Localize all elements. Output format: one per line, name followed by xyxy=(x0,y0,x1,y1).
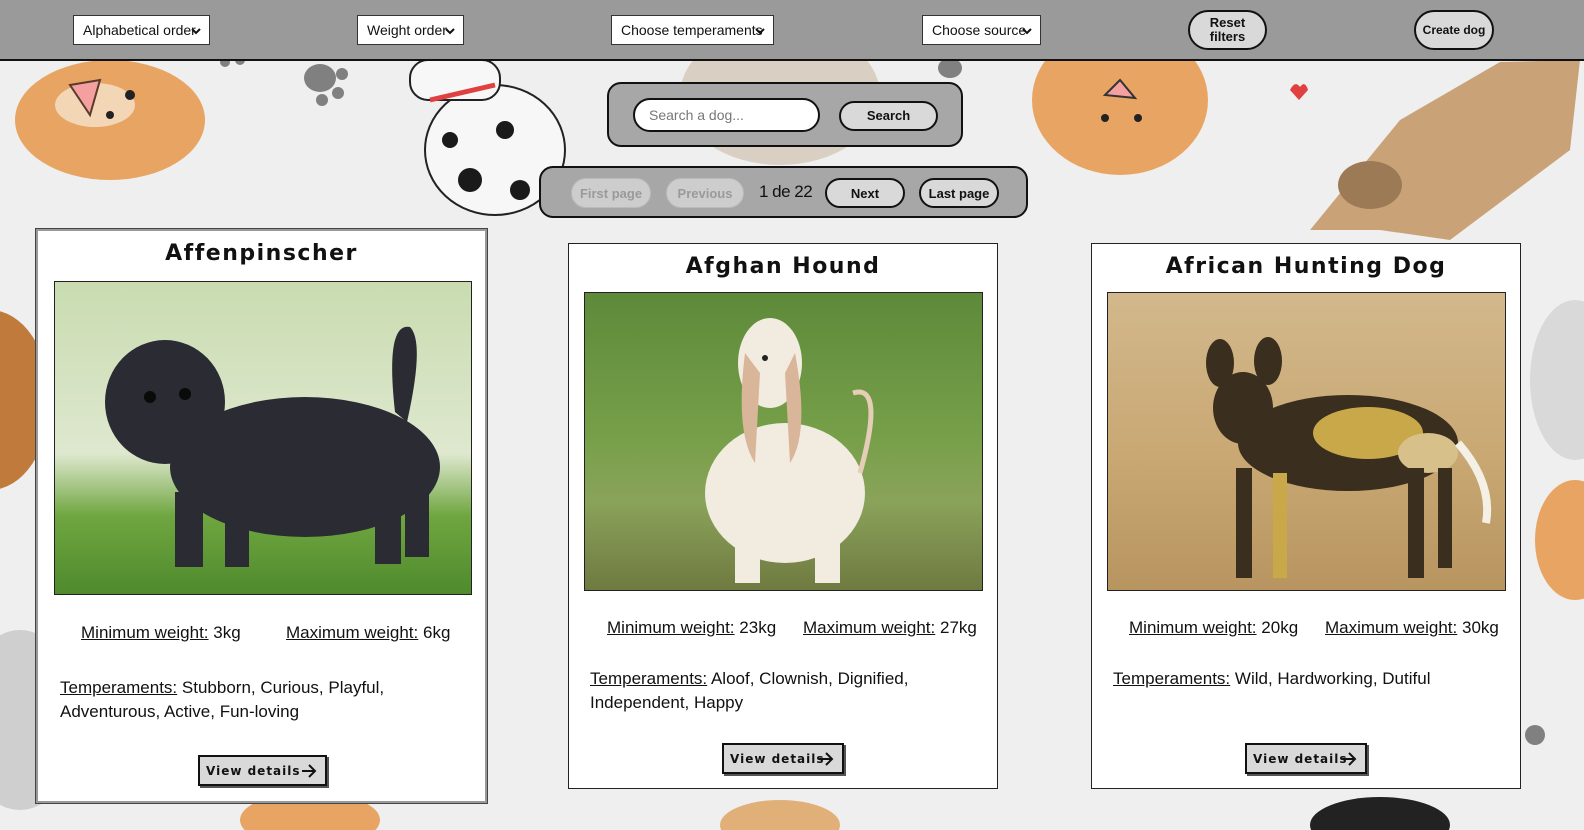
min-weight-label: Minimum weight: xyxy=(1129,618,1257,637)
max-weight: Maximum weight: 6kg xyxy=(286,623,450,643)
create-dog-label: Create dog xyxy=(1422,23,1486,37)
max-weight-label: Maximum weight: xyxy=(1325,618,1458,637)
dog-card: Affenpinscher Minimum weight: 3kg Maximu… xyxy=(36,229,487,803)
search-input[interactable] xyxy=(633,98,820,132)
temperaments-label: Temperaments: xyxy=(60,678,178,697)
chevron-down-icon xyxy=(1022,28,1032,35)
filter-bar: Alphabetical order Weight order Choose t… xyxy=(0,0,1584,61)
search-panel: Search xyxy=(607,82,963,147)
temperaments: Temperaments: Aloof, Clownish, Dignified… xyxy=(590,667,990,715)
max-weight-label: Maximum weight: xyxy=(286,623,419,642)
dog-photo-illustration xyxy=(105,326,440,567)
last-page-button[interactable]: Last page xyxy=(919,178,999,208)
max-weight-label: Maximum weight: xyxy=(803,618,936,637)
reset-filters-button[interactable]: Reset filters xyxy=(1188,10,1267,50)
temperaments-label: Temperaments: xyxy=(590,669,708,688)
view-details-label: View details xyxy=(206,763,301,778)
chevron-down-icon xyxy=(445,28,455,35)
weight-order-value: Weight order xyxy=(367,22,447,38)
last-page-label: Last page xyxy=(928,185,990,201)
page-indicator: 1 de 22 xyxy=(759,182,813,201)
dog-card: African Hunting Dog Minimum weight: 20kg… xyxy=(1091,243,1521,789)
arrow-right-icon xyxy=(819,752,834,766)
next-page-label: Next xyxy=(850,185,880,201)
weight-order-select[interactable]: Weight order xyxy=(357,15,464,45)
alphabetical-order-value: Alphabetical order xyxy=(83,22,196,38)
min-weight-value: 23kg xyxy=(739,618,777,637)
search-button[interactable]: Search xyxy=(839,101,938,131)
dog-photo xyxy=(584,292,983,591)
temperaments: Temperaments: Stubborn, Curious, Playful… xyxy=(60,676,480,724)
min-weight-value: 3kg xyxy=(213,623,241,642)
view-details-button[interactable]: View details xyxy=(198,755,327,786)
reset-filters-label-2: filters xyxy=(1209,29,1246,44)
max-weight-value: 30kg xyxy=(1462,618,1499,637)
chevron-down-icon xyxy=(755,28,765,35)
reset-filters-label-1: Reset xyxy=(1209,15,1246,30)
min-weight: Minimum weight: 20kg xyxy=(1129,618,1298,638)
min-weight-label: Minimum weight: xyxy=(607,618,735,637)
view-details-button[interactable]: View details xyxy=(1245,743,1367,774)
view-details-label: View details xyxy=(730,751,825,766)
arrow-right-icon xyxy=(302,764,317,778)
max-weight-value: 6kg xyxy=(423,623,451,642)
view-details-label: View details xyxy=(1253,751,1348,766)
temperaments-label: Temperaments: xyxy=(1113,669,1231,688)
temperaments-value: Wild, Hardworking, Dutiful xyxy=(1234,669,1431,688)
dog-photo-illustration xyxy=(1206,337,1492,578)
dog-name: Affenpinscher xyxy=(165,241,358,266)
dog-name: Afghan Hound xyxy=(685,254,881,279)
temperaments: Temperaments: Wild, Hardworking, Dutiful xyxy=(1113,667,1513,691)
dog-photo xyxy=(1107,292,1506,591)
max-weight-value: 27kg xyxy=(940,618,977,637)
previous-page-label: Previous xyxy=(677,185,733,201)
next-page-button[interactable]: Next xyxy=(825,178,905,208)
previous-page-button[interactable]: Previous xyxy=(666,178,744,208)
dog-photo-illustration xyxy=(705,318,874,583)
min-weight-label: Minimum weight: xyxy=(81,623,209,642)
pagination: First page Previous 1 de 22 Next Last pa… xyxy=(539,166,1028,218)
chevron-down-icon xyxy=(191,28,201,35)
search-button-label: Search xyxy=(866,108,911,123)
first-page-button[interactable]: First page xyxy=(571,178,651,208)
arrow-right-icon xyxy=(1342,752,1357,766)
temperaments-value: Choose temperaments xyxy=(621,22,763,38)
min-weight: Minimum weight: 3kg xyxy=(81,623,241,643)
dog-name: African Hunting Dog xyxy=(1165,254,1447,279)
temperaments-select[interactable]: Choose temperaments xyxy=(611,15,774,45)
dog-photo xyxy=(54,281,472,595)
max-weight: Maximum weight: 30kg xyxy=(1325,618,1499,638)
min-weight: Minimum weight: 23kg xyxy=(607,618,776,638)
min-weight-value: 20kg xyxy=(1261,618,1299,637)
first-page-label: First page xyxy=(579,185,643,201)
view-details-button[interactable]: View details xyxy=(722,743,844,774)
alphabetical-order-select[interactable]: Alphabetical order xyxy=(73,15,210,45)
source-select[interactable]: Choose source xyxy=(922,15,1041,45)
create-dog-button[interactable]: Create dog xyxy=(1414,10,1494,50)
source-value: Choose source xyxy=(932,22,1027,38)
dog-card: Afghan Hound Minimum weight: 23kg Maximu… xyxy=(568,243,998,789)
max-weight: Maximum weight: 27kg xyxy=(803,618,977,638)
